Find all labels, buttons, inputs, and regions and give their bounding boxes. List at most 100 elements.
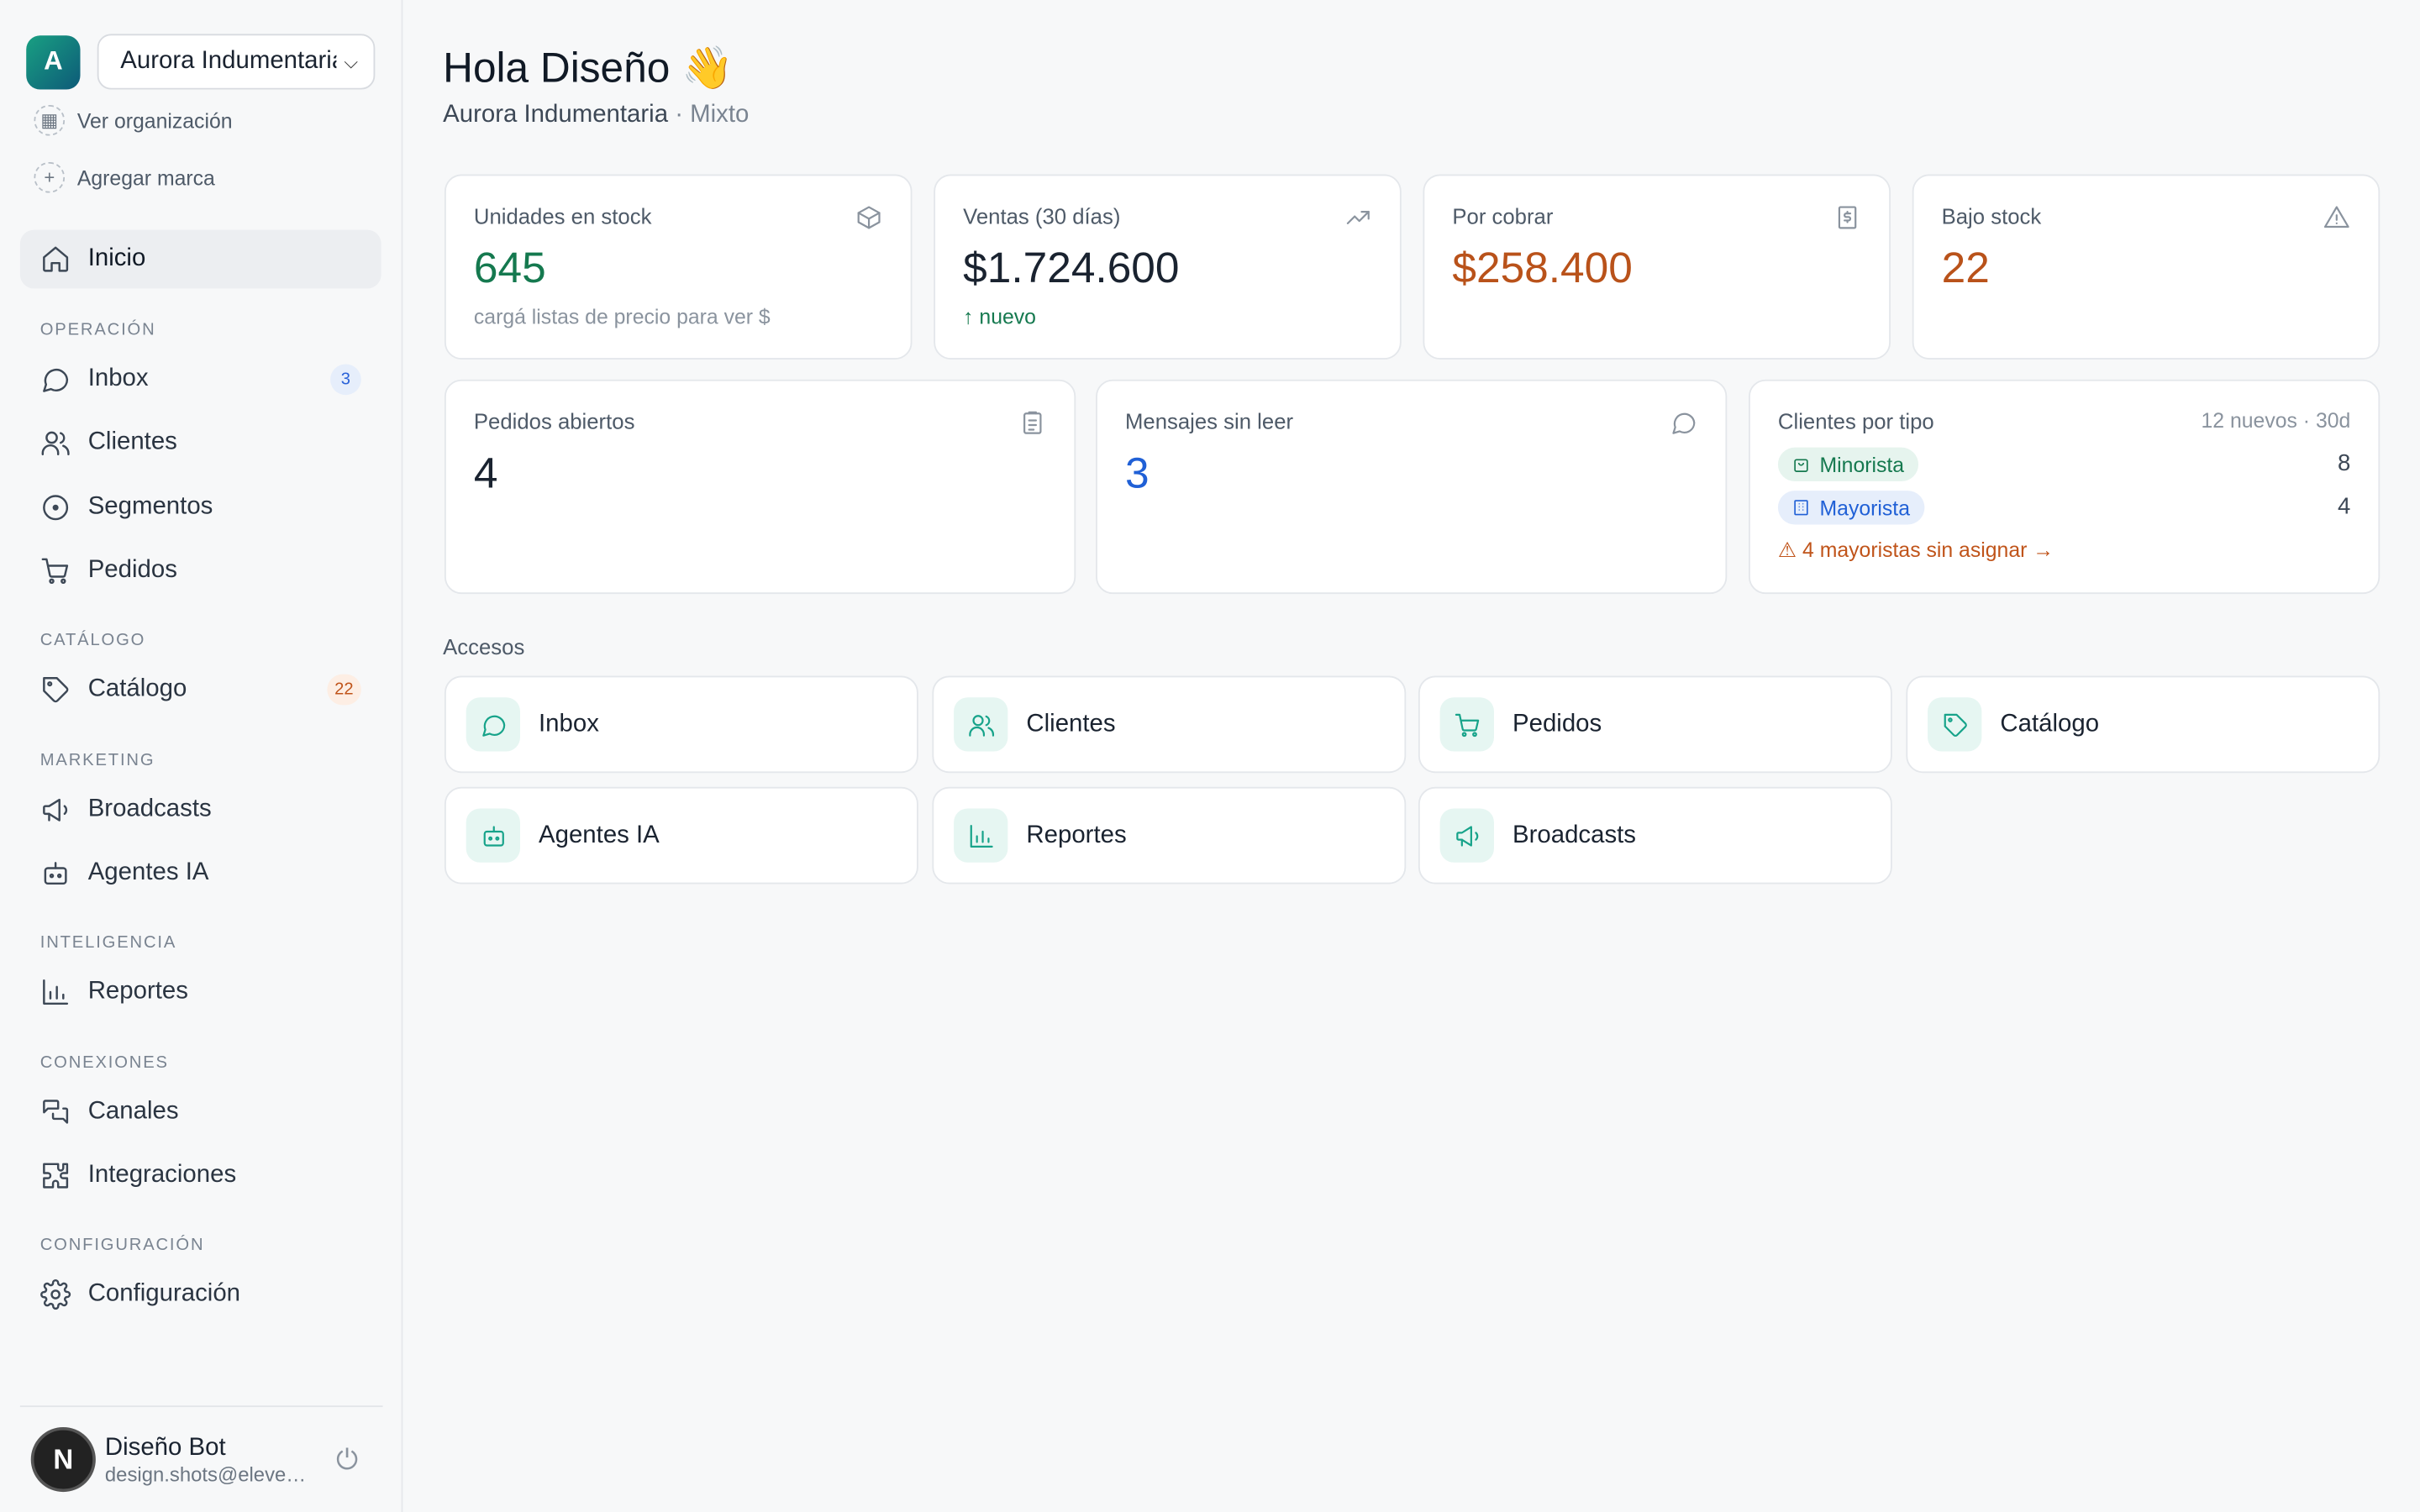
sidebar-item-clientes[interactable]: Clientes <box>20 413 381 472</box>
sidebar-item-integraciones[interactable]: Integraciones <box>20 1147 381 1205</box>
section-label-configuracion: CONFIGURACIÓN <box>39 1236 205 1255</box>
stat-label: Mensajes sin leer <box>1124 408 1294 434</box>
trending-up-icon <box>1344 203 1372 231</box>
megaphone-icon <box>43 798 68 822</box>
target-icon <box>43 495 69 521</box>
main-content: Hola Diseño 👋 Aurora Indumentaria · Mixt… <box>402 0 2420 1512</box>
users-icon <box>954 697 1008 752</box>
sidebar-item-inbox[interactable]: Inbox 3 <box>20 350 381 409</box>
add-brand-link[interactable]: + Agregar marca <box>34 161 215 193</box>
tile-label: Agentes IA <box>539 822 660 848</box>
access-tile-pedidos[interactable]: Pedidos <box>1418 675 1892 774</box>
access-tile-reportes[interactable]: Reportes <box>932 786 1407 885</box>
sidebar-item-label: Inicio <box>87 245 146 272</box>
cart-icon <box>1439 697 1494 752</box>
accesos-heading: Accesos <box>443 633 525 659</box>
minorista-count: 8 <box>2338 450 2351 477</box>
sidebar-item-label: Reportes <box>87 978 188 1005</box>
stat-value: 22 <box>1941 244 1990 292</box>
sidebar: A Aurora Indumentaria ⌵ ▦ Ver organizaci… <box>0 0 403 1512</box>
section-label-catalogo: CATÁLOGO <box>39 631 146 650</box>
pill-minorista[interactable]: Minorista <box>1777 447 1918 482</box>
building-icon: ▦ <box>34 104 66 136</box>
stat-value: 645 <box>473 244 546 292</box>
org-name: Aurora Indumentaria <box>443 102 669 129</box>
sidebar-item-configuracion[interactable]: Configuración <box>20 1265 381 1324</box>
user-profile[interactable]: N Diseño Bot design.shots@eleven.studio … <box>19 1405 383 1512</box>
tag-icon <box>43 677 69 703</box>
message-circle-icon <box>466 697 520 752</box>
tile-label: Pedidos <box>1512 710 1602 738</box>
home-icon <box>43 246 69 272</box>
sidebar-item-home[interactable]: Inicio <box>19 229 381 289</box>
messages-icon <box>43 1100 69 1124</box>
sidebar-item-label: Integraciones <box>87 1162 237 1189</box>
app: A Aurora Indumentaria ⌵ ▦ Ver organizaci… <box>0 0 2420 1512</box>
section-label-operacion: OPERACIÓN <box>39 321 156 340</box>
stat-card-mensajes: Mensajes sin leer 3 <box>1096 379 1728 595</box>
sidebar-item-segmentos[interactable]: Segmentos <box>20 478 381 537</box>
bot-icon <box>44 862 67 885</box>
cart-icon <box>41 558 69 585</box>
tile-label: Catálogo <box>2000 710 2100 738</box>
sidebar-item-pedidos[interactable]: Pedidos <box>20 542 381 601</box>
stat-label: Clientes por tipo <box>1777 408 1934 434</box>
bar-chart-icon <box>954 808 1008 863</box>
clipboard-icon <box>1018 409 1046 437</box>
add-brand-label: Agregar marca <box>76 165 215 189</box>
sidebar-item-agentes[interactable]: Agentes IA <box>20 844 381 903</box>
receipt-icon <box>1833 203 1861 231</box>
view-org-link[interactable]: ▦ Ver organización <box>34 104 233 136</box>
user-name: Diseño Bot <box>104 1434 226 1461</box>
mayoristas-warning-link[interactable]: ⚠ 4 mayoristas sin asignar → <box>1778 538 2054 563</box>
gear-icon <box>40 1279 71 1310</box>
catalogo-count-badge: 22 <box>326 674 361 706</box>
pill-label: Minorista <box>1819 453 1905 476</box>
power-icon[interactable]: ⏻ <box>336 1444 358 1477</box>
alert-triangle-icon <box>2323 203 2350 231</box>
box-icon <box>855 203 883 231</box>
plus-icon: + <box>34 161 66 193</box>
sidebar-item-label: Agentes IA <box>87 859 209 886</box>
message-circle-icon <box>1670 409 1697 437</box>
stat-label: Por cobrar <box>1452 203 1554 228</box>
stat-sub: cargá listas de precio para ver $ <box>473 305 771 329</box>
sidebar-item-label: Catálogo <box>87 675 187 702</box>
bot-icon <box>466 808 520 863</box>
inbox-count-badge: 3 <box>330 364 361 396</box>
access-tile-clientes[interactable]: Clientes <box>932 675 1407 774</box>
sidebar-item-catalogo[interactable]: Catálogo 22 <box>20 660 381 719</box>
user-email: design.shots@eleven.studio <box>104 1462 308 1485</box>
access-tile-broadcasts[interactable]: Broadcasts <box>1418 786 1892 885</box>
access-tile-inbox[interactable]: Inbox <box>444 675 918 774</box>
org-avatar: A <box>26 34 81 89</box>
stat-value: 4 <box>473 449 498 497</box>
page-subtitle: Aurora Indumentaria · Mixto <box>443 102 749 129</box>
stat-card-stock: Unidades en stock 645 cargá listas de pr… <box>444 174 913 360</box>
sidebar-item-label: Canales <box>87 1098 179 1125</box>
org-type: · Mixto <box>675 102 750 129</box>
tile-label: Inbox <box>539 710 599 738</box>
org-select[interactable]: Aurora Indumentaria ⌵ <box>97 34 376 90</box>
sidebar-item-reportes[interactable]: Reportes <box>20 963 381 1021</box>
stat-value: $258.400 <box>1452 244 1633 292</box>
avatar: N <box>30 1426 96 1493</box>
sidebar-item-canales[interactable]: Canales <box>20 1083 381 1142</box>
access-tile-catalogo[interactable]: Catálogo <box>1906 675 2381 774</box>
tile-label: Reportes <box>1026 822 1127 848</box>
access-tile-agentes[interactable]: Agentes IA <box>444 786 918 885</box>
stat-label: Pedidos abiertos <box>473 408 635 434</box>
stat-label: Bajo stock <box>1941 203 2042 228</box>
building-icon <box>1794 500 1808 516</box>
sidebar-item-label: Clientes <box>87 428 177 455</box>
sidebar-item-label: Pedidos <box>87 557 177 584</box>
pill-label: Mayorista <box>1819 496 1910 520</box>
section-label-inteligencia: INTELIGENCIA <box>39 933 177 953</box>
tile-label: Broadcasts <box>1512 822 1637 848</box>
sidebar-item-label: Segmentos <box>87 493 213 520</box>
chevron-down-icon: ⌵ <box>344 50 359 72</box>
stat-value: $1.724.600 <box>963 244 1180 292</box>
pill-mayorista[interactable]: Mayorista <box>1777 491 1924 525</box>
sidebar-item-label: Broadcasts <box>87 795 212 822</box>
sidebar-item-broadcasts[interactable]: Broadcasts <box>20 780 381 839</box>
